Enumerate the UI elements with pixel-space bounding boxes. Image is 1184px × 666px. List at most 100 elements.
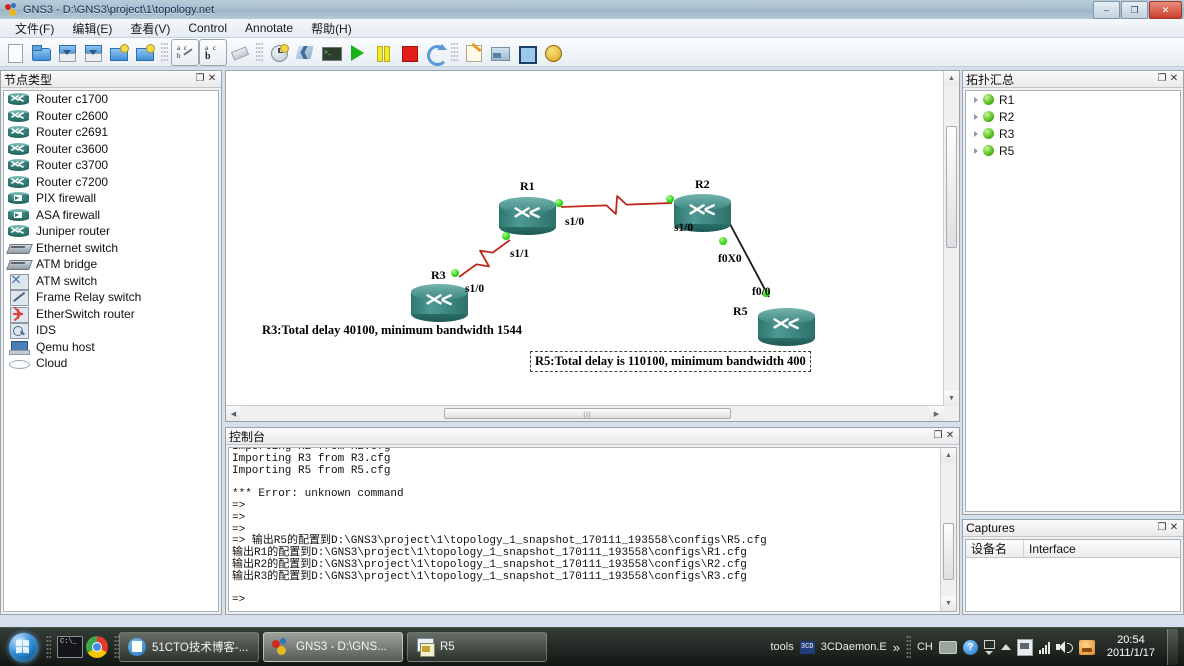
add-note-button[interactable] bbox=[461, 40, 487, 65]
interface-dot-1[interactable] bbox=[502, 232, 510, 240]
node-type-item-cloud[interactable]: Cloud bbox=[4, 355, 218, 372]
3cdaemon-icon[interactable]: 3CD bbox=[799, 640, 815, 654]
node-type-item-atm-switch[interactable]: ⨉ ATM switch bbox=[4, 273, 218, 290]
console-scroll-down-icon[interactable]: ▼ bbox=[941, 596, 956, 611]
node-types-float-icon[interactable]: ❐ bbox=[194, 73, 206, 85]
captures-close-icon[interactable]: ✕ bbox=[1168, 522, 1180, 534]
open-project-button[interactable] bbox=[28, 40, 54, 65]
node-type-item-router-c7200[interactable]: Router c7200 bbox=[4, 174, 218, 191]
scroll-left-arrow-icon[interactable]: ◀ bbox=[226, 406, 241, 421]
node-type-item-asa-firewall[interactable]: ASA firewall bbox=[4, 207, 218, 224]
start-button[interactable] bbox=[0, 630, 46, 664]
draw-rectangle-button[interactable] bbox=[513, 40, 539, 65]
console-scrollbar[interactable]: ▲ ▼ bbox=[940, 448, 956, 611]
topology-node-R3[interactable] bbox=[411, 284, 468, 322]
topology-summary-close-icon[interactable]: ✕ bbox=[1168, 73, 1180, 85]
insert-image-button[interactable] bbox=[487, 40, 513, 65]
start-all-button[interactable] bbox=[344, 40, 370, 65]
minimize-button[interactable]: – bbox=[1093, 1, 1120, 19]
menu-control[interactable]: Control bbox=[179, 19, 236, 37]
show-interface-names-button[interactable]: abc bbox=[199, 38, 227, 66]
link-r1-r2[interactable] bbox=[560, 195, 673, 215]
tray-overflow-icon[interactable]: » bbox=[893, 640, 900, 655]
stop-all-button[interactable] bbox=[396, 40, 422, 65]
tray-app-icon[interactable] bbox=[1078, 639, 1095, 655]
network-signal-icon[interactable] bbox=[1038, 641, 1050, 654]
node-type-item-router-c3600[interactable]: Router c3600 bbox=[4, 141, 218, 158]
taskbar-item-1[interactable]: GNS3 - D:\GNS... bbox=[263, 632, 403, 662]
keyboard-icon[interactable] bbox=[938, 640, 957, 654]
idlepc-button[interactable] bbox=[266, 40, 292, 65]
network-flyout-icon[interactable] bbox=[983, 639, 995, 655]
interface-dot-3[interactable] bbox=[719, 237, 727, 245]
new-project-button[interactable] bbox=[2, 40, 28, 65]
console-button[interactable]: >_ bbox=[318, 40, 344, 65]
node-type-item-juniper-router[interactable]: Juniper router bbox=[4, 223, 218, 240]
canvas-horizontal-scrollbar[interactable]: ◀ ||| ▶ bbox=[226, 405, 944, 421]
console-scroll-up-icon[interactable]: ▲ bbox=[941, 448, 956, 463]
topology-annotation-1[interactable]: R5:Total delay is 110100, minimum bandwi… bbox=[530, 351, 811, 372]
menu-help[interactable]: 帮助(H) bbox=[302, 18, 361, 39]
save-project-button[interactable] bbox=[54, 40, 80, 65]
captures-float-icon[interactable]: ❐ bbox=[1156, 522, 1168, 534]
node-type-item-router-c1700[interactable]: Router c1700 bbox=[4, 91, 218, 108]
expand-arrow-icon[interactable] bbox=[974, 96, 978, 103]
interface-dot-4[interactable] bbox=[451, 269, 459, 277]
help-icon[interactable]: ? bbox=[962, 639, 978, 655]
console-float-icon[interactable]: ❐ bbox=[932, 430, 944, 442]
menu-view[interactable]: 查看(V) bbox=[121, 18, 179, 39]
summary-node-R3[interactable]: R3 bbox=[966, 125, 1180, 142]
console-scroll-thumb[interactable] bbox=[943, 523, 954, 580]
node-type-item-ethernet-switch[interactable]: Ethernet switch bbox=[4, 240, 218, 257]
taskbar-item-0[interactable]: 51CTO技术博客-... bbox=[119, 632, 259, 662]
topology-annotation-0[interactable]: R3:Total delay 40100, minimum bandwidth … bbox=[262, 323, 522, 338]
horizontal-scroll-thumb[interactable]: ||| bbox=[444, 408, 731, 419]
summary-node-R2[interactable]: R2 bbox=[966, 108, 1180, 125]
erase-button[interactable] bbox=[227, 40, 253, 65]
summary-node-R1[interactable]: R1 bbox=[966, 91, 1180, 108]
topology-canvas[interactable]: R1 R2 R3 R5 s1/0 s1/1 s1/0 f0X0 s1/0 f0/0 R3:Total… bbox=[226, 71, 944, 406]
topology-node-R5[interactable] bbox=[758, 308, 815, 346]
taskbar-clock[interactable]: 20:54 2011/1/17 bbox=[1101, 634, 1161, 660]
input-method-indicator[interactable]: CH bbox=[917, 641, 933, 653]
draw-ellipse-button[interactable] bbox=[539, 40, 565, 65]
menu-edit[interactable]: 编辑(E) bbox=[63, 18, 121, 39]
scroll-right-arrow-icon[interactable]: ▶ bbox=[929, 406, 944, 421]
new-snapshot-button[interactable] bbox=[106, 40, 132, 65]
show-desktop-button[interactable] bbox=[1167, 629, 1178, 665]
node-type-item-qemu-host[interactable]: Qemu host bbox=[4, 339, 218, 356]
node-type-item-etherswitch-router[interactable]: EtherSwitch router bbox=[4, 306, 218, 323]
volume-icon[interactable] bbox=[1055, 640, 1073, 654]
close-button[interactable]: ✕ bbox=[1149, 1, 1182, 19]
node-type-item-ids[interactable]: IDS bbox=[4, 322, 218, 340]
vertical-scroll-thumb[interactable] bbox=[946, 126, 957, 248]
topology-node-R1[interactable] bbox=[499, 197, 556, 235]
scroll-down-arrow-icon[interactable]: ▼ bbox=[944, 391, 959, 406]
restore-button[interactable]: ❐ bbox=[1121, 1, 1148, 19]
interface-dot-0[interactable] bbox=[555, 199, 563, 207]
console-close-icon[interactable]: ✕ bbox=[944, 430, 956, 442]
safely-remove-icon[interactable] bbox=[1016, 638, 1033, 656]
console-output-area[interactable]: Importing R2 from R2.cfg Importing R3 fr… bbox=[228, 447, 957, 612]
menu-file[interactable]: 文件(F) bbox=[6, 18, 63, 39]
interface-dot-2[interactable] bbox=[666, 195, 674, 203]
scroll-up-arrow-icon[interactable]: ▲ bbox=[944, 71, 959, 86]
cmd-icon[interactable]: C:\_ bbox=[57, 636, 83, 658]
save-as-button[interactable] bbox=[80, 40, 106, 65]
node-type-item-frame-relay-switch[interactable]: Frame Relay switch bbox=[4, 289, 218, 307]
show-hidden-icons-icon[interactable] bbox=[1000, 644, 1011, 650]
reload-all-button[interactable] bbox=[422, 40, 448, 66]
topology-summary-float-icon[interactable]: ❐ bbox=[1156, 73, 1168, 85]
node-types-close-icon[interactable]: ✕ bbox=[206, 73, 218, 85]
tray-daemon-label[interactable]: 3CDaemon.E bbox=[821, 641, 887, 653]
expand-arrow-icon[interactable] bbox=[974, 147, 978, 154]
taskbar-item-2[interactable]: R5 bbox=[407, 632, 547, 662]
export-button[interactable] bbox=[132, 40, 158, 65]
node-type-item-router-c2691[interactable]: Router c2691 bbox=[4, 124, 218, 141]
chrome-icon[interactable] bbox=[86, 636, 108, 658]
tray-tools-label[interactable]: tools bbox=[770, 641, 793, 653]
show-hostnames-button[interactable]: abc bbox=[171, 38, 199, 66]
link-r1-r3[interactable] bbox=[458, 239, 511, 278]
node-type-item-atm-bridge[interactable]: ATM bridge bbox=[4, 256, 218, 273]
node-type-item-router-c3700[interactable]: Router c3700 bbox=[4, 157, 218, 174]
